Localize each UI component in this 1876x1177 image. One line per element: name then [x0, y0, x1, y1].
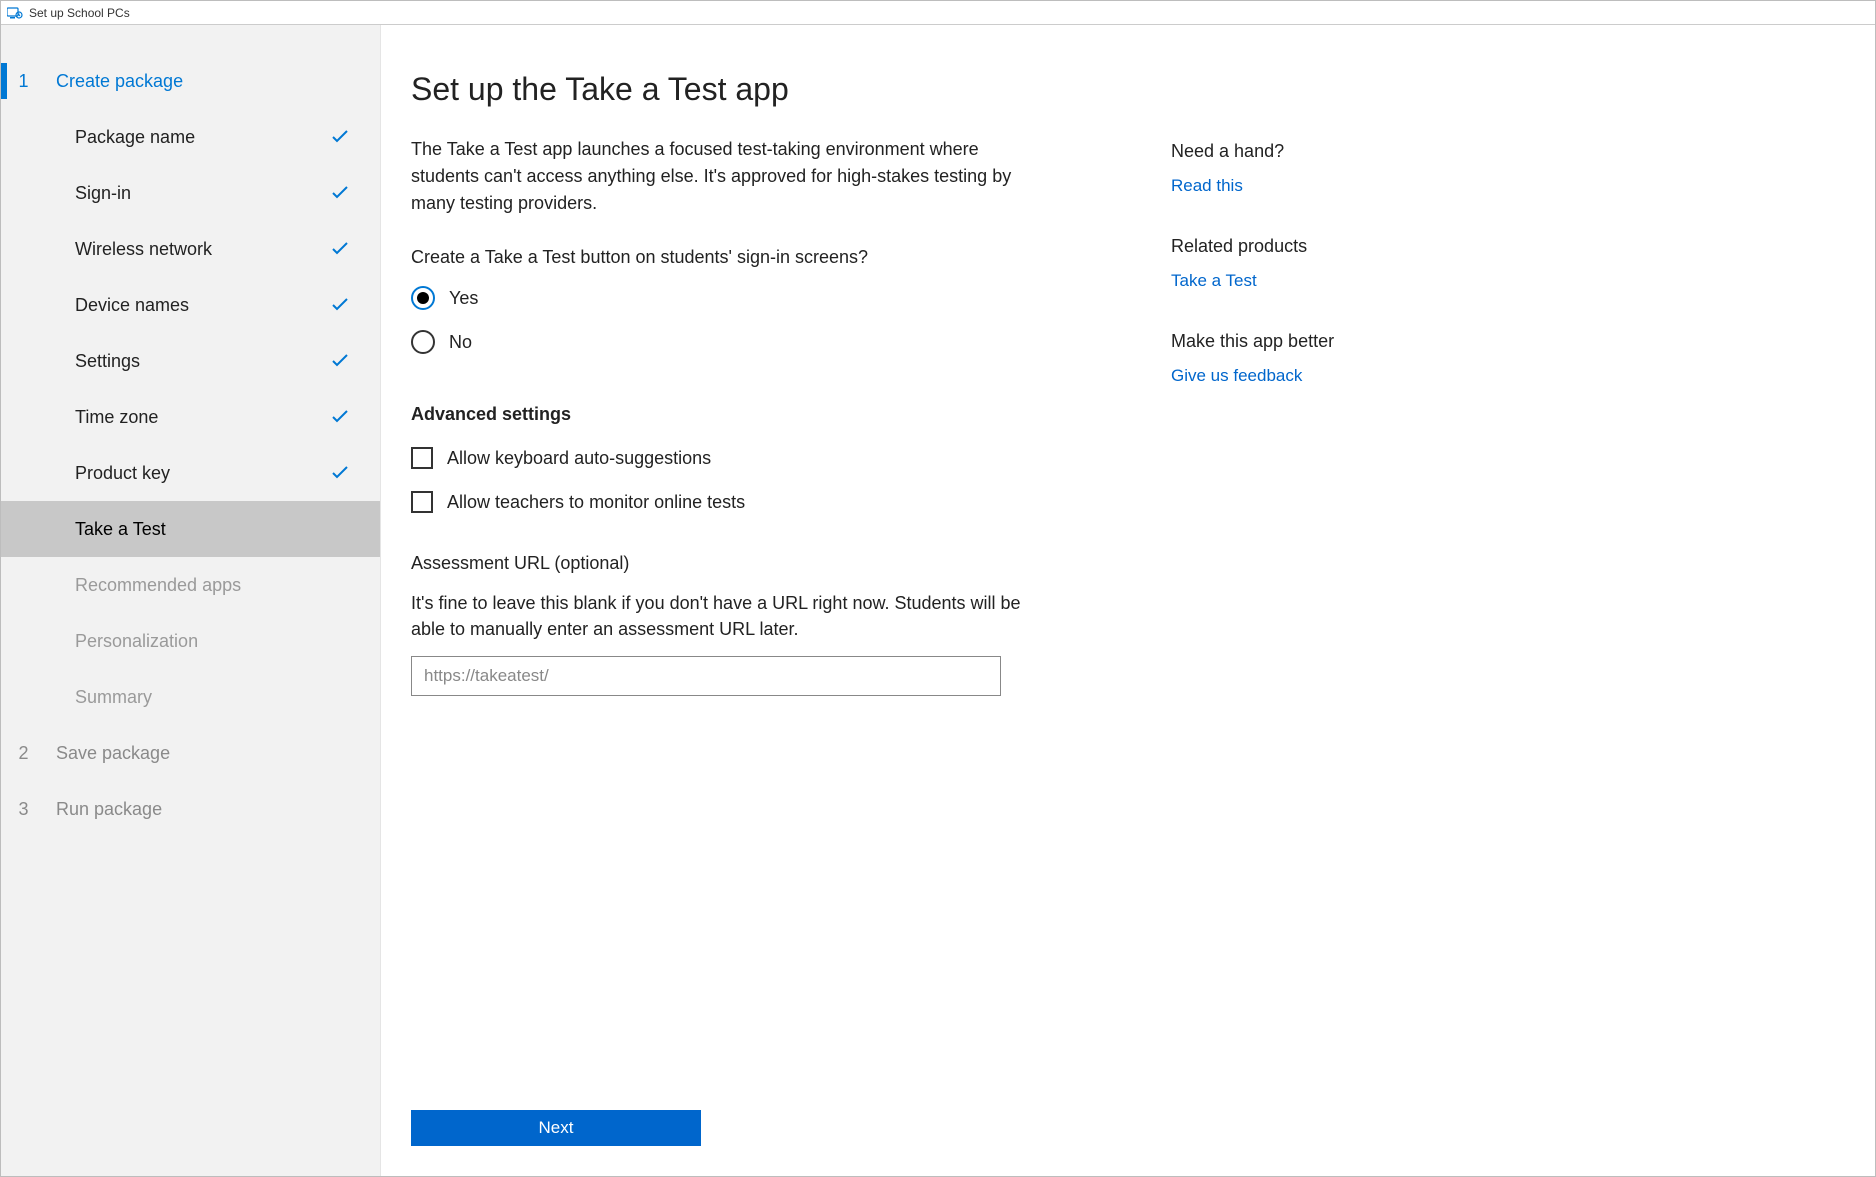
subitem-settings[interactable]: Settings	[1, 333, 380, 389]
checkbox-box-icon	[411, 491, 433, 513]
feedback-link[interactable]: Give us feedback	[1171, 366, 1451, 386]
checkmark-icon	[330, 127, 350, 147]
step-3-run-package[interactable]: 3 Run package	[1, 781, 380, 837]
wizard-sidebar: 1 Create package Package name Sign-in Wi…	[1, 25, 381, 1176]
radio-no[interactable]: No	[411, 330, 1031, 354]
step-2-save-package[interactable]: 2 Save package	[1, 725, 380, 781]
next-button[interactable]: Next	[411, 1110, 701, 1146]
subitem-package-name[interactable]: Package name	[1, 109, 380, 165]
subitem-recommended-apps[interactable]: Recommended apps	[1, 557, 380, 613]
subitem-sign-in[interactable]: Sign-in	[1, 165, 380, 221]
feedback-heading: Make this app better	[1171, 331, 1451, 352]
assessment-url-input[interactable]	[411, 656, 1001, 696]
checkmark-icon	[330, 295, 350, 315]
subitem-device-names[interactable]: Device names	[1, 277, 380, 333]
create-button-radio-group: Yes No	[411, 286, 1031, 374]
checkmark-icon	[330, 463, 350, 483]
page-title: Set up the Take a Test app	[411, 71, 1031, 108]
subitem-take-a-test[interactable]: Take a Test	[1, 501, 380, 557]
subitem-wireless-network[interactable]: Wireless network	[1, 221, 380, 277]
radio-yes[interactable]: Yes	[411, 286, 1031, 310]
page-description: The Take a Test app launches a focused t…	[411, 136, 1031, 217]
checkmark-icon	[330, 239, 350, 259]
help-aside: Need a hand? Read this Related products …	[1171, 71, 1451, 1146]
step-1-create-package[interactable]: 1 Create package	[1, 53, 380, 109]
app-window: Set up School PCs 1 Create package Packa…	[0, 0, 1876, 1177]
radio-circle-icon	[411, 286, 435, 310]
window-title: Set up School PCs	[29, 6, 130, 20]
checkbox-allow-teacher-monitor[interactable]: Allow teachers to monitor online tests	[411, 491, 1031, 513]
radio-circle-icon	[411, 330, 435, 354]
checkbox-allow-keyboard-suggestions[interactable]: Allow keyboard auto-suggestions	[411, 447, 1031, 469]
subitem-personalization[interactable]: Personalization	[1, 613, 380, 669]
checkmark-icon	[330, 351, 350, 371]
help-heading: Need a hand?	[1171, 141, 1451, 162]
related-products-heading: Related products	[1171, 236, 1451, 257]
main-panel: Set up the Take a Test app The Take a Te…	[381, 25, 1875, 1176]
checkbox-box-icon	[411, 447, 433, 469]
checkmark-icon	[330, 407, 350, 427]
radio-question: Create a Take a Test button on students'…	[411, 247, 1031, 268]
assessment-url-note: It's fine to leave this blank if you don…	[411, 590, 1031, 642]
subitem-product-key[interactable]: Product key	[1, 445, 380, 501]
advanced-settings-heading: Advanced settings	[411, 404, 1031, 425]
title-bar: Set up School PCs	[1, 1, 1875, 25]
subitem-summary[interactable]: Summary	[1, 669, 380, 725]
help-link-read-this[interactable]: Read this	[1171, 176, 1451, 196]
assessment-url-label: Assessment URL (optional)	[411, 553, 1031, 574]
checkmark-icon	[330, 183, 350, 203]
related-link-take-a-test[interactable]: Take a Test	[1171, 271, 1451, 291]
app-icon	[7, 7, 23, 19]
subitem-time-zone[interactable]: Time zone	[1, 389, 380, 445]
